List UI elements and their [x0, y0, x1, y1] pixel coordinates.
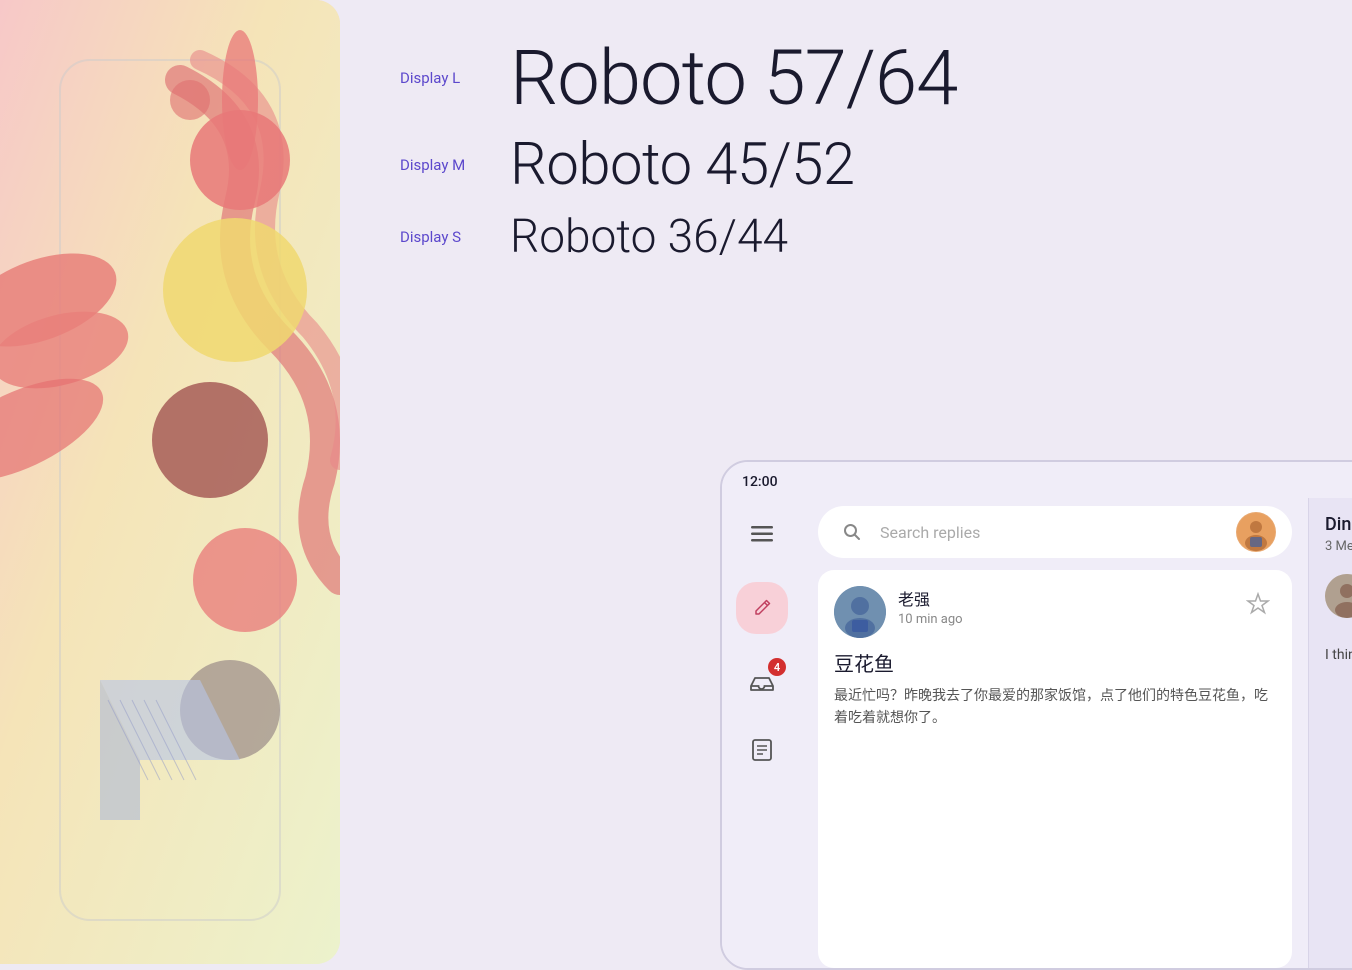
message-time: 10 min ago — [898, 612, 1240, 627]
contact-item: So Du 20 mi To me, Ziad, a — [1325, 574, 1352, 629]
hamburger-menu-icon[interactable] — [742, 514, 782, 554]
group-name: Dinner Clu — [1325, 514, 1352, 535]
phone-right-panel: Dinner Clu 3 Messages So Du 20 mi To me,… — [1308, 498, 1352, 968]
display-m-row: Display M Roboto 45/52 — [400, 136, 1292, 194]
message-header: 老强 10 min ago — [834, 586, 1276, 638]
search-placeholder-text: Search replies — [880, 523, 1226, 542]
right-content-area: Display L Roboto 57/64 Display M Roboto … — [340, 0, 1352, 964]
compose-fab-button[interactable] — [736, 582, 788, 634]
phone-status-bar: 12:00 — [722, 462, 1352, 498]
search-icon — [834, 514, 870, 550]
inbox-icon[interactable]: 4 — [742, 662, 782, 702]
phone-sidebar: 4 — [722, 498, 802, 968]
inbox-badge: 4 — [768, 658, 786, 676]
display-m-label: Display M — [400, 156, 510, 174]
message-card: 老强 10 min ago 豆花鱼 最近忙吗？昨晚我去了你最爱的那家饭馆，点了他… — [818, 570, 1292, 968]
display-l-label: Display L — [400, 69, 510, 87]
display-l-row: Display L Roboto 57/64 — [400, 40, 1292, 116]
left-decorative-panel — [0, 0, 340, 964]
user-avatar[interactable] — [1236, 512, 1276, 552]
phone-main-content: Search replies — [802, 498, 1308, 968]
notes-icon[interactable] — [742, 730, 782, 770]
phone-body: 4 — [722, 498, 1352, 968]
group-subtitle: 3 Messages — [1325, 539, 1352, 554]
preview-text: I think it's ti new spot do — [1325, 645, 1352, 666]
sender-avatar — [834, 586, 886, 638]
display-s-label: Display S — [400, 228, 510, 246]
message-sender-name: 老强 — [898, 586, 1240, 610]
message-body: 最近忙吗？昨晚我去了你最爱的那家饭馆，点了他们的特色豆花鱼，吃着吃着就想你了。 — [834, 685, 1276, 730]
phone-mockup: 12:00 — [720, 460, 1352, 970]
display-s-row: Display S Roboto 36/44 — [400, 214, 1292, 260]
display-l-sample: Roboto 57/64 — [510, 40, 957, 116]
status-time: 12:00 — [742, 474, 778, 490]
typography-section: Display L Roboto 57/64 Display M Roboto … — [400, 40, 1292, 260]
display-m-sample: Roboto 45/52 — [510, 136, 855, 194]
display-s-sample: Roboto 36/44 — [510, 214, 788, 260]
star-icon[interactable] — [1240, 586, 1276, 622]
search-bar[interactable]: Search replies — [818, 506, 1292, 558]
contact-avatar — [1325, 574, 1352, 618]
message-meta: 老强 10 min ago — [898, 586, 1240, 627]
message-subject: 豆花鱼 — [834, 648, 1276, 677]
